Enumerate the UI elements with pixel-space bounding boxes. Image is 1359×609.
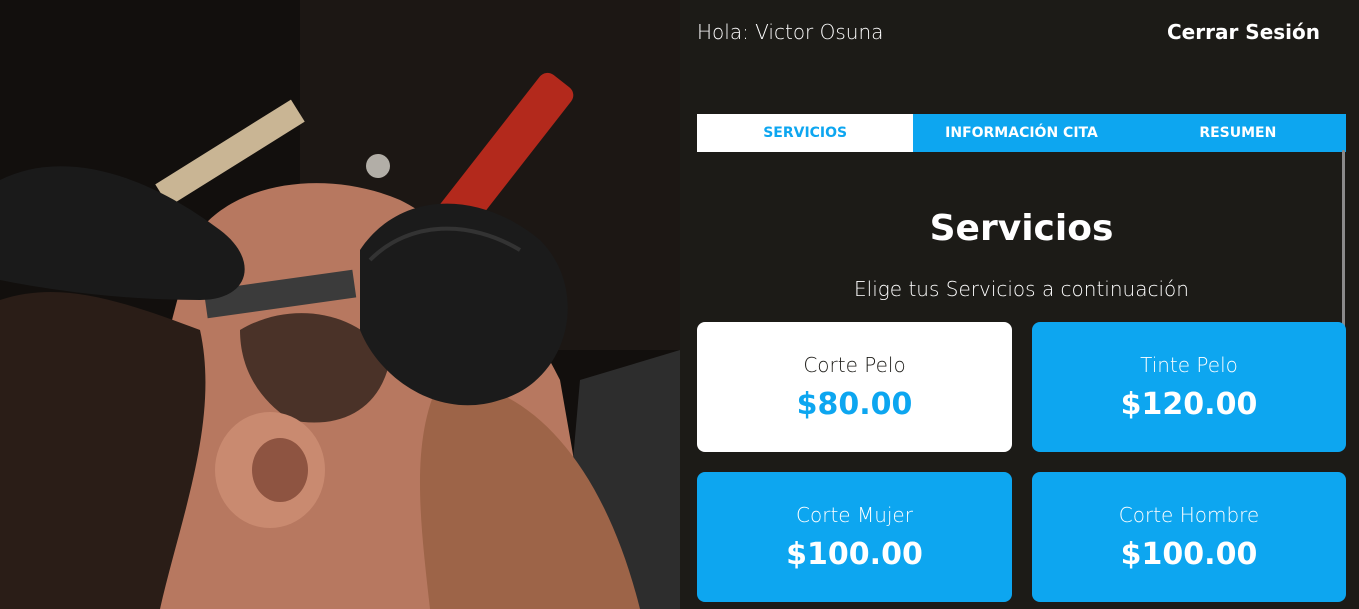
booking-tabs: Servicios Información Cita Resumen: [697, 114, 1346, 152]
services-grid: Corte Pelo $80.00 Tinte Pelo $120.00 Cor…: [697, 322, 1346, 602]
service-name: Corte Mujer: [796, 502, 913, 527]
hero-image: [0, 0, 680, 609]
app-page: Hola: Victor Osuna Cerrar Sesión Servici…: [0, 0, 1359, 609]
service-card-corte-hombre[interactable]: Corte Hombre $100.00: [1032, 472, 1346, 602]
barber-shave-illustration: [0, 0, 680, 609]
service-price: $100.00: [786, 536, 923, 572]
service-card-corte-mujer[interactable]: Corte Mujer $100.00: [697, 472, 1012, 602]
service-price: $100.00: [1120, 536, 1258, 572]
service-price: $120.00: [1120, 386, 1258, 422]
tab-resumen[interactable]: Resumen: [1130, 114, 1346, 152]
tab-servicios[interactable]: Servicios: [697, 114, 914, 152]
booking-panel: Hola: Victor Osuna Cerrar Sesión Servici…: [680, 0, 1359, 609]
service-name: Corte Pelo: [803, 352, 906, 377]
section-title: Servicios: [929, 208, 1114, 249]
tab-informacion-cita[interactable]: Información Cita: [913, 114, 1129, 152]
service-card-tinte-pelo[interactable]: Tinte Pelo $120.00: [1032, 322, 1346, 452]
service-price: $80.00: [796, 386, 913, 422]
service-card-corte-pelo[interactable]: Corte Pelo $80.00: [697, 322, 1012, 452]
section-subtitle: Elige tus Servicios a continuación: [854, 277, 1189, 301]
user-greeting: Hola: Victor Osuna: [697, 20, 884, 44]
logout-link[interactable]: Cerrar Sesión: [1167, 20, 1320, 44]
service-name: Tinte Pelo: [1140, 352, 1238, 377]
service-name: Corte Hombre: [1118, 502, 1260, 527]
